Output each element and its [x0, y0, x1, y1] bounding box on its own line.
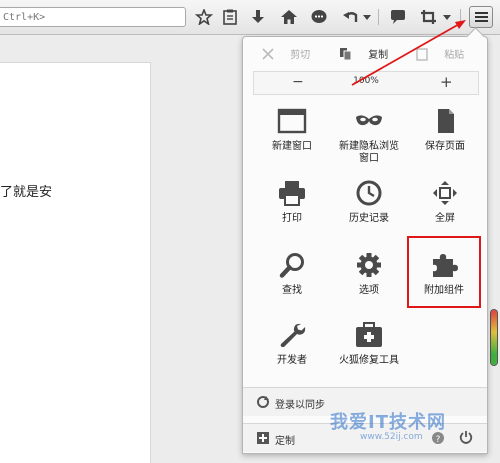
power-icon[interactable]: [459, 430, 473, 444]
annotation-arrow: [351, 20, 466, 86]
svg-text:?: ?: [436, 435, 441, 445]
customize-icon: [257, 432, 269, 444]
sync-icon: [257, 396, 269, 408]
watermark-url: www.52ij.com: [360, 432, 423, 442]
watermark: 我爱IT技术网: [330, 412, 446, 433]
